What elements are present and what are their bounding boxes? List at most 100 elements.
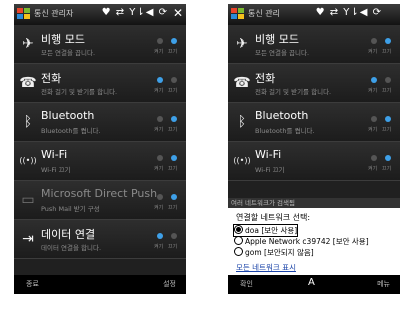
on-label: 켜기 xyxy=(154,244,164,250)
on-radio[interactable] xyxy=(157,233,163,239)
on-off-toggle[interactable]: 켜기 끄기 xyxy=(365,116,397,136)
off-radio[interactable] xyxy=(171,77,177,83)
connection-name: 전화 xyxy=(41,72,62,85)
on-off-toggle[interactable]: 켜기 끄기 xyxy=(365,77,397,97)
connection-name: 비행 모드 xyxy=(255,33,299,46)
radio-button[interactable] xyxy=(234,225,243,234)
connection-description: Bluetooth를 켭니다. xyxy=(41,127,101,135)
on-label: 켜기 xyxy=(368,166,378,172)
off-radio[interactable] xyxy=(171,155,177,161)
menu-softkey[interactable]: 메뉴 xyxy=(377,279,390,289)
connection-item[interactable]: ✈ 비행 모드 모든 연결을 끕니다. 켜기 끄기 xyxy=(14,25,186,64)
off-radio[interactable] xyxy=(385,38,391,44)
on-label: 켜기 xyxy=(368,88,378,94)
connection-name: 비행 모드 xyxy=(41,33,85,46)
connection-name: Bluetooth xyxy=(41,109,95,122)
connection-item[interactable]: ▭ Microsoft Direct Push Push Mail 받기 구성 켜기 끄… xyxy=(14,181,186,220)
app-title: 통신 관리 xyxy=(248,9,280,18)
off-radio[interactable] xyxy=(171,38,177,44)
off-label: 끄기 xyxy=(168,127,178,133)
on-radio[interactable] xyxy=(157,77,163,83)
ok-softkey[interactable]: 확인 xyxy=(240,279,253,289)
connection-description: 전화 걸기 및 받기를 합니다. xyxy=(255,88,332,96)
close-icon[interactable]: ✕ xyxy=(173,6,183,20)
on-radio[interactable] xyxy=(371,155,377,161)
radio-button[interactable] xyxy=(234,236,243,245)
on-radio[interactable] xyxy=(371,116,377,122)
wifi-icon: ((•)) xyxy=(233,156,251,165)
connection-item[interactable]: ⇥ 데이터 연결 데이터 연결을 합니다. 켜기 끄기 xyxy=(14,220,186,259)
on-radio[interactable] xyxy=(371,77,377,83)
off-radio[interactable] xyxy=(171,194,177,200)
on-off-toggle[interactable]: 켜기 끄기 xyxy=(365,38,397,58)
off-label: 끄기 xyxy=(382,88,392,94)
data-connection-icon: ⇥ xyxy=(22,231,34,247)
network-option[interactable]: doa [보안 사용] xyxy=(232,224,299,237)
off-radio[interactable] xyxy=(385,155,391,161)
on-off-toggle[interactable]: 켜기 끄기 xyxy=(151,116,183,136)
exit-softkey[interactable]: 종료 xyxy=(26,279,39,289)
connection-description: Wi-Fi 끄기 xyxy=(41,166,71,174)
on-off-toggle[interactable]: 켜기 끄기 xyxy=(151,194,183,214)
connection-item[interactable]: ✈ 비행 모드 모든 연결을 끕니다. 켜기 끄기 xyxy=(228,25,400,64)
on-label: 켜기 xyxy=(154,205,164,211)
network-option[interactable]: gom [보안되지 않음] xyxy=(234,247,314,258)
connection-description: 전화 걸기 및 받기를 합니다. xyxy=(41,88,118,96)
off-label: 끄기 xyxy=(168,244,178,250)
on-radio[interactable] xyxy=(157,116,163,122)
connection-name: 전화 xyxy=(255,72,276,85)
windows-start-icon[interactable] xyxy=(230,7,245,21)
off-radio[interactable] xyxy=(171,233,177,239)
on-radio[interactable] xyxy=(157,155,163,161)
network-option[interactable]: Apple Network c39742 [보안 사용] xyxy=(234,236,369,247)
on-label: 켜기 xyxy=(368,127,378,133)
connection-name: Wi-Fi xyxy=(41,148,68,161)
off-radio[interactable] xyxy=(385,77,391,83)
connection-list: ✈ 비행 모드 모든 연결을 끕니다. 켜기 끄기 ☎ 전화전화 걸기 및 받기를 합니다.… xyxy=(14,25,186,259)
on-off-toggle[interactable]: 켜기 끄기 xyxy=(151,77,183,97)
on-label: 켜기 xyxy=(368,49,378,55)
on-off-toggle[interactable]: 켜기 끄기 xyxy=(365,155,397,175)
connection-item[interactable]: ☎ 전화전화 걸기 및 받기를 합니다. 켜기 끄기 xyxy=(14,64,186,103)
dialog-prompt: 연결할 네트워크 선택: xyxy=(236,213,311,222)
connection-item[interactable]: ᛒ Bluetooth Bluetooth를 켭니다. 켜기 끄기 xyxy=(14,103,186,142)
network-option-label: gom [보안되지 않음] xyxy=(245,248,314,257)
on-label: 켜기 xyxy=(154,49,164,55)
show-all-networks-link[interactable]: 모든 네트워크 표시 xyxy=(236,262,296,273)
windows-start-icon[interactable] xyxy=(16,7,31,21)
input-mode-indicator[interactable]: A xyxy=(308,277,315,288)
status-icons[interactable]: ♥ ⇄ Y⇂◀ ⟳ xyxy=(102,7,168,18)
wifi-icon: ((•)) xyxy=(19,156,37,165)
on-off-toggle[interactable]: 켜기 끄기 xyxy=(151,155,183,175)
connection-item[interactable]: ᛒ Bluetooth Bluetooth를 켭니다. 켜기 끄기 xyxy=(228,103,400,142)
status-icons[interactable]: ♥ ⇄ Y⇂◀ ⟳ xyxy=(316,7,382,18)
off-label: 끄기 xyxy=(168,205,178,211)
on-off-toggle[interactable]: 켜기 끄기 xyxy=(151,38,183,58)
connection-item[interactable]: ☎ 전화 전화 걸기 및 받기를 합니다. 켜기 끄기 xyxy=(228,64,400,103)
on-radio[interactable] xyxy=(371,38,377,44)
softkey-bar: 종료 설정 xyxy=(14,275,186,294)
connection-description: Wi-Fi 끄기 xyxy=(255,166,285,174)
connection-name: Microsoft Direct Push xyxy=(41,187,158,200)
phone-icon: ☎ xyxy=(19,75,37,91)
network-select-dialog: 여러 네트워크가 검색됨 연결할 네트워크 선택: doa [보안 사용] App… xyxy=(228,198,400,275)
connection-item[interactable]: ((•)) Wi-Fi Wi-Fi 끄기 켜기 끄기 xyxy=(14,142,186,181)
title-bar: 통신 관리자 ♥ ⇄ Y⇂◀ ⟳ ✕ xyxy=(14,4,186,25)
off-radio[interactable] xyxy=(171,116,177,122)
connection-name: Wi-Fi xyxy=(255,148,282,161)
on-radio[interactable] xyxy=(157,194,163,200)
on-off-toggle[interactable]: 켜기 끄기 xyxy=(151,233,183,253)
off-radio[interactable] xyxy=(385,116,391,122)
on-radio[interactable] xyxy=(157,38,163,44)
on-label: 켜기 xyxy=(154,88,164,94)
off-label: 끄기 xyxy=(382,49,392,55)
app-title: 통신 관리자 xyxy=(34,9,74,18)
off-label: 끄기 xyxy=(168,88,178,94)
airplane-icon: ✈ xyxy=(236,36,248,52)
connection-list: ✈ 비행 모드 모든 연결을 끕니다. 켜기 끄기 ☎ 전화 전화 걸기 및 받기를 합니다.… xyxy=(228,25,400,181)
radio-button[interactable] xyxy=(234,247,243,256)
connection-item[interactable]: ((•)) Wi-Fi Wi-Fi 끄기 켜기 끄기 xyxy=(228,142,400,181)
title-bar: 통신 관리 ♥ ⇄ Y⇂◀ ⟳ xyxy=(228,4,400,25)
network-option-label: doa [보안 사용] xyxy=(245,226,298,235)
settings-softkey[interactable]: 설정 xyxy=(163,279,176,289)
